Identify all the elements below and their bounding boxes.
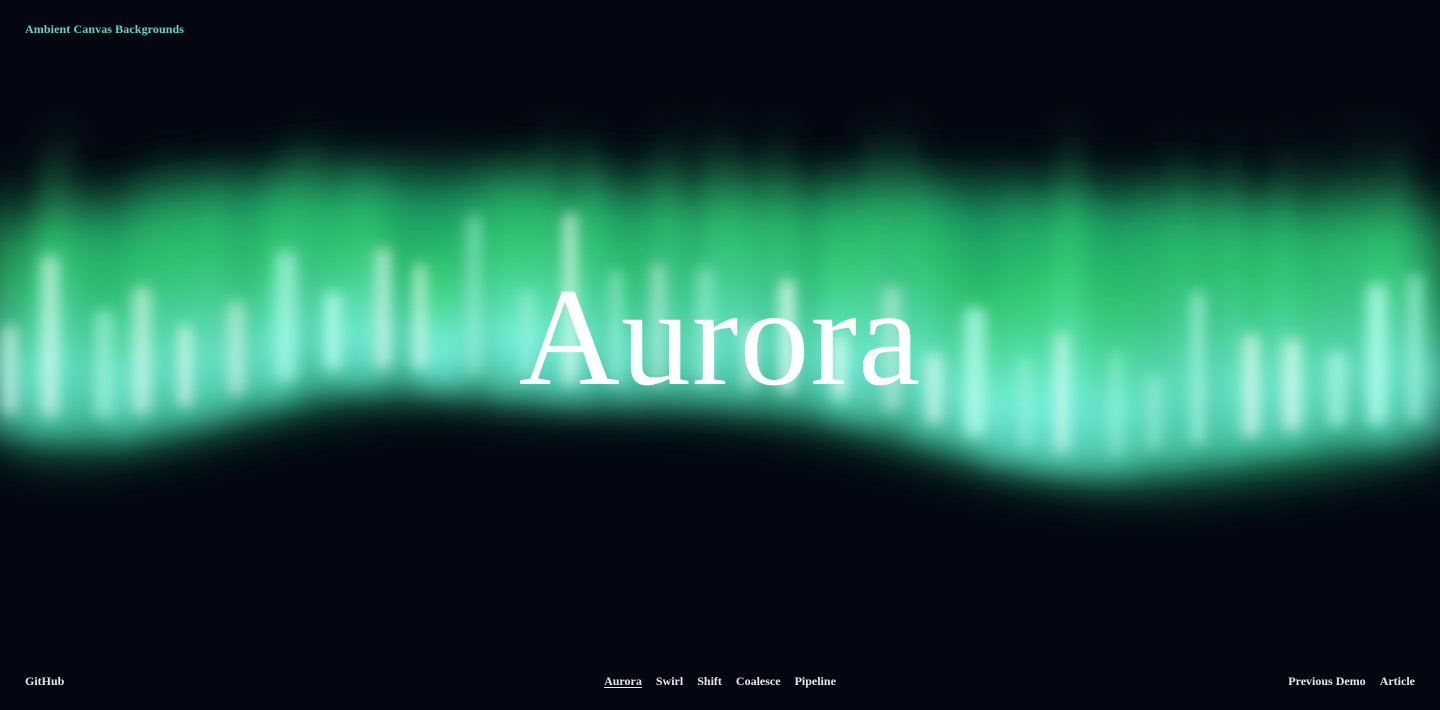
- site-title-link[interactable]: Ambient Canvas Backgrounds: [25, 22, 184, 37]
- previous-demo-link[interactable]: Previous Demo: [1288, 674, 1365, 689]
- demo-link-swirl[interactable]: Swirl: [656, 674, 683, 689]
- footer-right-links: Previous Demo Article: [1288, 674, 1415, 689]
- article-link[interactable]: Article: [1380, 674, 1415, 689]
- page-title: Aurora: [518, 260, 922, 415]
- demo-link-shift[interactable]: Shift: [697, 674, 722, 689]
- demo-navigation: Aurora Swirl Shift Coalesce Pipeline: [0, 674, 1440, 689]
- demo-link-aurora[interactable]: Aurora: [604, 674, 642, 689]
- demo-link-coalesce[interactable]: Coalesce: [736, 674, 781, 689]
- demo-link-pipeline[interactable]: Pipeline: [795, 674, 836, 689]
- aurora-demo-page: Ambient Canvas Backgrounds Aurora GitHub…: [0, 0, 1440, 710]
